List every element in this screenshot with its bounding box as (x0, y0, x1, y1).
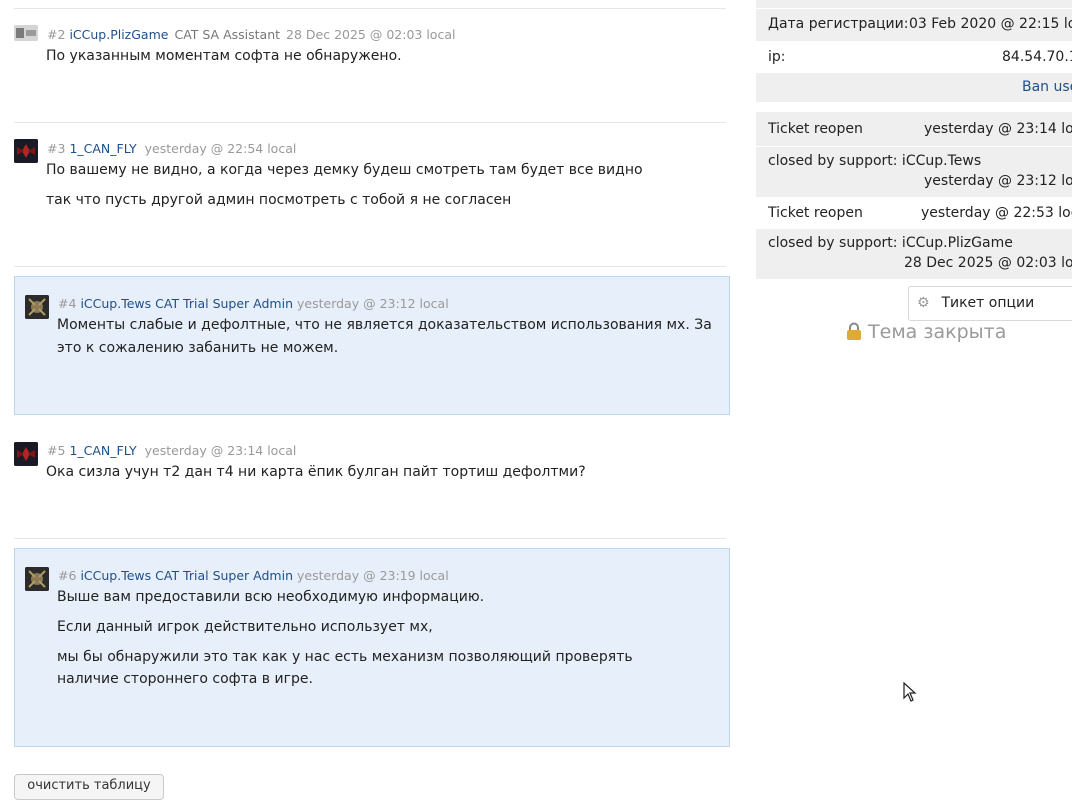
divider (14, 538, 726, 539)
post-number[interactable]: #6 (58, 568, 76, 583)
sidebar-gap (756, 102, 1072, 112)
message-line: По указанным моментам софта не обнаружен… (46, 48, 402, 64)
divider (14, 122, 726, 123)
avatar[interactable] (25, 567, 49, 591)
message-line: Моменты слабые и дефолтные, что не являе… (57, 317, 712, 356)
divider (14, 266, 726, 267)
clear-table-button[interactable]: очистить таблицу (14, 774, 164, 800)
ticket-options-label: Тикет опции (941, 295, 1035, 311)
ban-user-link[interactable]: Ban user (1022, 79, 1072, 95)
ip-label: ip: (768, 49, 786, 65)
message-line: мы бы обнаружили это так как у нас есть … (57, 649, 633, 687)
history-row: closed by support: iCCup.Tews yesterday … (756, 147, 1072, 197)
sidebar-row-registration: Дата регистрации: 03 Feb 2020 @ 22:15 lo… (756, 9, 1072, 41)
post-time: yesterday @ 23:14 local (144, 443, 297, 458)
ticket-options-button[interactable]: ⚙ Тикет опции (908, 286, 1072, 321)
post-meta: #2 iCCup.PlizGame CAT SA Assistant 28 Dec 2… (47, 27, 455, 43)
message-line: По вашему не видно, а когда через демку … (46, 162, 643, 178)
post-meta: #3 1_CAN_FLY yesterday @ 22:54 local (47, 141, 296, 157)
post-number[interactable]: #5 (47, 443, 65, 458)
post-author[interactable]: iCCup.PlizGame (69, 27, 168, 42)
post-time: 28 Dec 2025 @ 02:03 local (286, 27, 456, 42)
history-label: Ticket reopen (768, 121, 863, 137)
history-row: closed by support: iCCup.PlizGame 28 Dec… (756, 229, 1072, 279)
post-time: yesterday @ 22:54 local (144, 141, 297, 156)
message-line: Выше вам предоставили всю необходимую ин… (57, 589, 485, 605)
avatar[interactable] (25, 295, 49, 319)
post-author[interactable]: 1_CAN_FLY (69, 141, 136, 156)
history-value: yesterday @ 23:14 local (924, 121, 1072, 137)
history-row: Ticket reopen yesterday @ 23:14 local (756, 112, 1072, 146)
post-4: #4 iCCup.Tews CAT Trial Super Admin yesterd… (14, 276, 730, 415)
divider (14, 8, 726, 9)
post-6: #6 iCCup.Tews CAT Trial Super Admin yesterd… (14, 548, 730, 747)
message-line: Если данный игрок действительно использу… (57, 619, 433, 635)
post-author[interactable]: iCCup.Tews (80, 296, 151, 311)
sidebar-row-ban: Ban user (756, 73, 1072, 102)
sidebar-row-top (756, 0, 1072, 8)
avatar-image-icon (25, 295, 49, 319)
post-message: По указанным моментам софта не обнаружен… (46, 45, 716, 75)
topic-closed-text: Тема закрыта (868, 321, 1007, 343)
history-label: closed by support: iCCup.PlizGame (768, 235, 1013, 251)
ip-value: 84.54.70.11 (1002, 49, 1072, 65)
sidebar-row-ip: ip: 84.54.70.11 (756, 41, 1072, 73)
author-role: CAT SA Assistant (174, 27, 281, 42)
post-time: yesterday @ 23:12 local (297, 296, 449, 311)
message-line: так что пусть другой админ посмотреть с … (46, 192, 512, 208)
post-3: #3 1_CAN_FLY yesterday @ 22:54 local По ва… (14, 134, 726, 254)
gear-icon: ⚙ (917, 295, 930, 311)
mouse-cursor-icon (903, 681, 917, 706)
history-label: closed by support: iCCup.Tews (768, 153, 982, 169)
avatar-image-icon (14, 442, 38, 466)
history-value: yesterday @ 23:12 local (924, 173, 1072, 189)
post-author[interactable]: 1_CAN_FLY (69, 443, 136, 458)
post-number[interactable]: #2 (47, 27, 65, 42)
history-value: yesterday @ 22:53 local (921, 205, 1072, 221)
topic-closed-notice: Тема закрыта (846, 321, 1006, 343)
avatar-image-icon (14, 139, 38, 163)
post-message: По вашему не видно, а когда через демку … (46, 159, 716, 219)
history-row: Ticket reopen yesterday @ 22:53 local (756, 197, 1072, 229)
history-value: 28 Dec 2025 @ 02:03 local (904, 255, 1072, 271)
lock-icon (846, 321, 868, 343)
post-2: #2 iCCup.PlizGame CAT SA Assistant 28 Dec 2… (14, 20, 726, 110)
avatar-image-icon (14, 25, 38, 41)
post-message: Ока сизла учун т2 дан т4 ни карта ёпик б… (46, 461, 716, 491)
post-author[interactable]: iCCup.Tews (80, 568, 151, 583)
avatar-image-icon (25, 567, 49, 591)
post-meta: #4 iCCup.Tews CAT Trial Super Admin yesterd… (58, 296, 449, 312)
posts-column: #2 iCCup.PlizGame CAT SA Assistant 28 Dec 2… (0, 0, 740, 800)
author-role: CAT Trial Super Admin (155, 568, 294, 583)
post-5: #5 1_CAN_FLY yesterday @ 23:14 local Ока с… (14, 437, 726, 527)
history-label: Ticket reopen (768, 205, 863, 221)
author-role: CAT Trial Super Admin (155, 296, 294, 311)
post-message: Моменты слабые и дефолтные, что не являе… (57, 314, 725, 368)
ticket-sidebar: Дата регистрации: 03 Feb 2020 @ 22:15 lo… (756, 0, 1072, 787)
registration-value: 03 Feb 2020 @ 22:15 local (909, 16, 1072, 32)
post-time: yesterday @ 23:19 local (297, 568, 449, 583)
avatar[interactable] (14, 139, 38, 163)
post-number[interactable]: #4 (58, 296, 76, 311)
post-message: Выше вам предоставили всю необходимую ин… (57, 586, 697, 698)
post-meta: #5 1_CAN_FLY yesterday @ 23:14 local (47, 443, 296, 459)
post-number[interactable]: #3 (47, 141, 65, 156)
registration-label: Дата регистрации: (768, 16, 909, 32)
post-meta: #6 iCCup.Tews CAT Trial Super Admin yesterd… (58, 568, 449, 584)
message-line: Ока сизла учун т2 дан т4 ни карта ёпик б… (46, 464, 586, 480)
avatar[interactable] (14, 25, 38, 41)
avatar[interactable] (14, 442, 38, 466)
